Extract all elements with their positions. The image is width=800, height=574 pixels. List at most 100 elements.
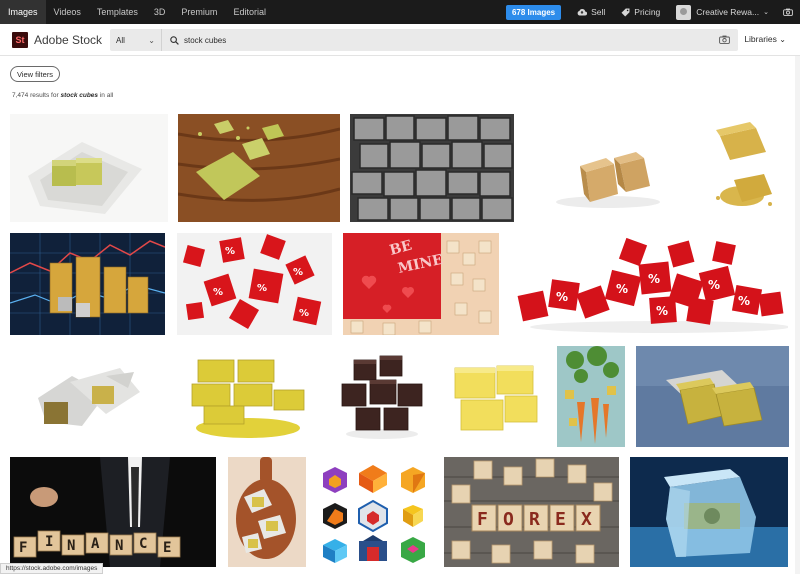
image (350, 114, 514, 222)
svg-text:I: I (45, 534, 53, 550)
camera-icon[interactable] (783, 8, 793, 16)
thumbnail-bouillon-cube-and-crumbs[interactable] (700, 114, 788, 222)
svg-text:C: C (139, 536, 147, 552)
image (330, 346, 431, 447)
image: FINANCE (10, 457, 216, 567)
avatar (676, 4, 692, 20)
category-value: All (116, 35, 125, 45)
category-select[interactable]: All ⌄ (110, 29, 162, 51)
cloud-upload-icon (577, 8, 588, 16)
thumbnail-isometric-cube-logos[interactable] (317, 457, 432, 567)
svg-text:%: % (257, 283, 267, 294)
page-scrollbar[interactable] (795, 56, 800, 574)
svg-text:N: N (67, 538, 75, 554)
thumbnail-two-bouillon-cubes[interactable] (526, 114, 689, 222)
image (178, 114, 340, 222)
svg-text:%: % (213, 287, 223, 298)
adobe-stock-logo[interactable]: St Adobe Stock (12, 31, 108, 48)
image: %%%%% (177, 233, 332, 335)
image: FOREX (444, 457, 619, 567)
libraries-menu[interactable]: Libraries ⌄ (744, 34, 786, 44)
account-menu[interactable]: Creative Rewa... ⌄ (676, 4, 769, 20)
thumbnail-stone-cubes-gabion[interactable] (350, 114, 514, 222)
tab-editorial[interactable]: Editorial (225, 0, 274, 24)
svg-text:%: % (708, 278, 720, 292)
svg-text:X: X (581, 509, 592, 530)
results-label: results for (30, 92, 59, 99)
image: BE MINE (343, 233, 499, 335)
results-summary: 7,474 results for stock cubes in all (12, 92, 113, 99)
pricing-label: Pricing (634, 7, 661, 17)
image (526, 114, 689, 222)
image (700, 114, 788, 222)
image (317, 457, 432, 567)
thumbnail-stock-cubes-on-cutting-board[interactable] (228, 457, 306, 567)
thumbnail-stock-cubes-on-wooden-board[interactable] (178, 114, 340, 222)
top-nav: Images Videos Templates 3D Premium Edito… (0, 0, 800, 24)
pricing-link[interactable]: Pricing (621, 7, 660, 17)
tab-templates[interactable]: Templates (89, 0, 146, 24)
svg-text:R: R (529, 509, 540, 530)
search-header: St Adobe Stock All ⌄ stock cubes Librari… (0, 24, 800, 56)
thumbnail-red-percent-dice-flying[interactable]: %%%%% (177, 233, 332, 335)
svg-text:N: N (115, 538, 123, 554)
thumbnail-vegetables-and-stock-cubes[interactable] (557, 346, 625, 447)
chevron-down-icon: ⌄ (779, 35, 786, 44)
tab-videos[interactable]: Videos (46, 0, 89, 24)
search-input[interactable]: stock cubes (184, 36, 226, 45)
sell-link[interactable]: Sell (577, 7, 605, 17)
results-query: stock cubes (60, 92, 99, 99)
image (228, 457, 306, 567)
visual-search-camera-icon[interactable] (719, 35, 730, 44)
brand-name: Adobe Stock (34, 32, 103, 47)
image (10, 114, 168, 222)
svg-text:%: % (616, 282, 628, 296)
svg-text:%: % (293, 267, 303, 278)
thumbnail-yellow-stock-cubes[interactable] (443, 346, 545, 447)
tab-images[interactable]: Images (0, 0, 46, 24)
search-icon (170, 35, 179, 45)
svg-text:%: % (738, 294, 750, 308)
thumbnail-stock-cubes-on-blue[interactable] (636, 346, 789, 447)
thumbnail-red-percent-cubes-pile[interactable]: %%%%%% (510, 233, 788, 335)
images-count-button[interactable]: 678 Images (505, 4, 562, 20)
tab-premium[interactable]: Premium (173, 0, 225, 24)
svg-text:%: % (648, 272, 660, 286)
svg-text:A: A (91, 536, 100, 552)
thumbnail-yellow-stock-cubes-stack[interactable] (174, 346, 318, 447)
image (10, 346, 163, 447)
svg-text:O: O (503, 509, 514, 530)
search-bar: All ⌄ stock cubes (110, 29, 738, 51)
sell-label: Sell (591, 7, 606, 17)
result-count: 7,474 (12, 92, 29, 99)
thumbnail-finance-letter-blocks[interactable]: FINANCE (10, 457, 216, 567)
account-name: Creative Rewa... (696, 7, 760, 17)
image (174, 346, 318, 447)
thumbnail-brown-stock-cubes[interactable] (330, 346, 431, 447)
image (557, 346, 625, 447)
image: %%%%%% (510, 233, 788, 335)
view-filters-button[interactable]: View filters (10, 66, 60, 82)
libraries-label: Libraries (744, 34, 777, 44)
tag-icon (621, 8, 630, 16)
svg-text:F: F (477, 509, 488, 530)
svg-text:F: F (19, 540, 27, 556)
thumbnail-be-mine-letter-cubes[interactable]: BE MINE (343, 233, 499, 335)
results-scope: in all (99, 92, 114, 99)
svg-text:%: % (556, 290, 568, 304)
image (636, 346, 789, 447)
image (630, 457, 788, 567)
svg-text:%: % (299, 308, 309, 319)
chevron-down-icon: ⌄ (148, 35, 155, 45)
svg-text:E: E (163, 540, 171, 556)
svg-text:%: % (656, 304, 668, 318)
image (443, 346, 545, 447)
tab-3d[interactable]: 3D (146, 0, 174, 24)
thumbnail-coins-on-stock-chart[interactable] (10, 233, 165, 335)
thumbnail-dollar-in-ice-cube[interactable] (630, 457, 788, 567)
thumbnail-stock-cubes-in-wrappers[interactable] (10, 346, 163, 447)
image (10, 233, 165, 335)
thumbnail-stock-cubes-in-foil[interactable] (10, 114, 168, 222)
thumbnail-forex-wooden-cubes[interactable]: FOREX (444, 457, 619, 567)
svg-text:E: E (555, 509, 566, 530)
